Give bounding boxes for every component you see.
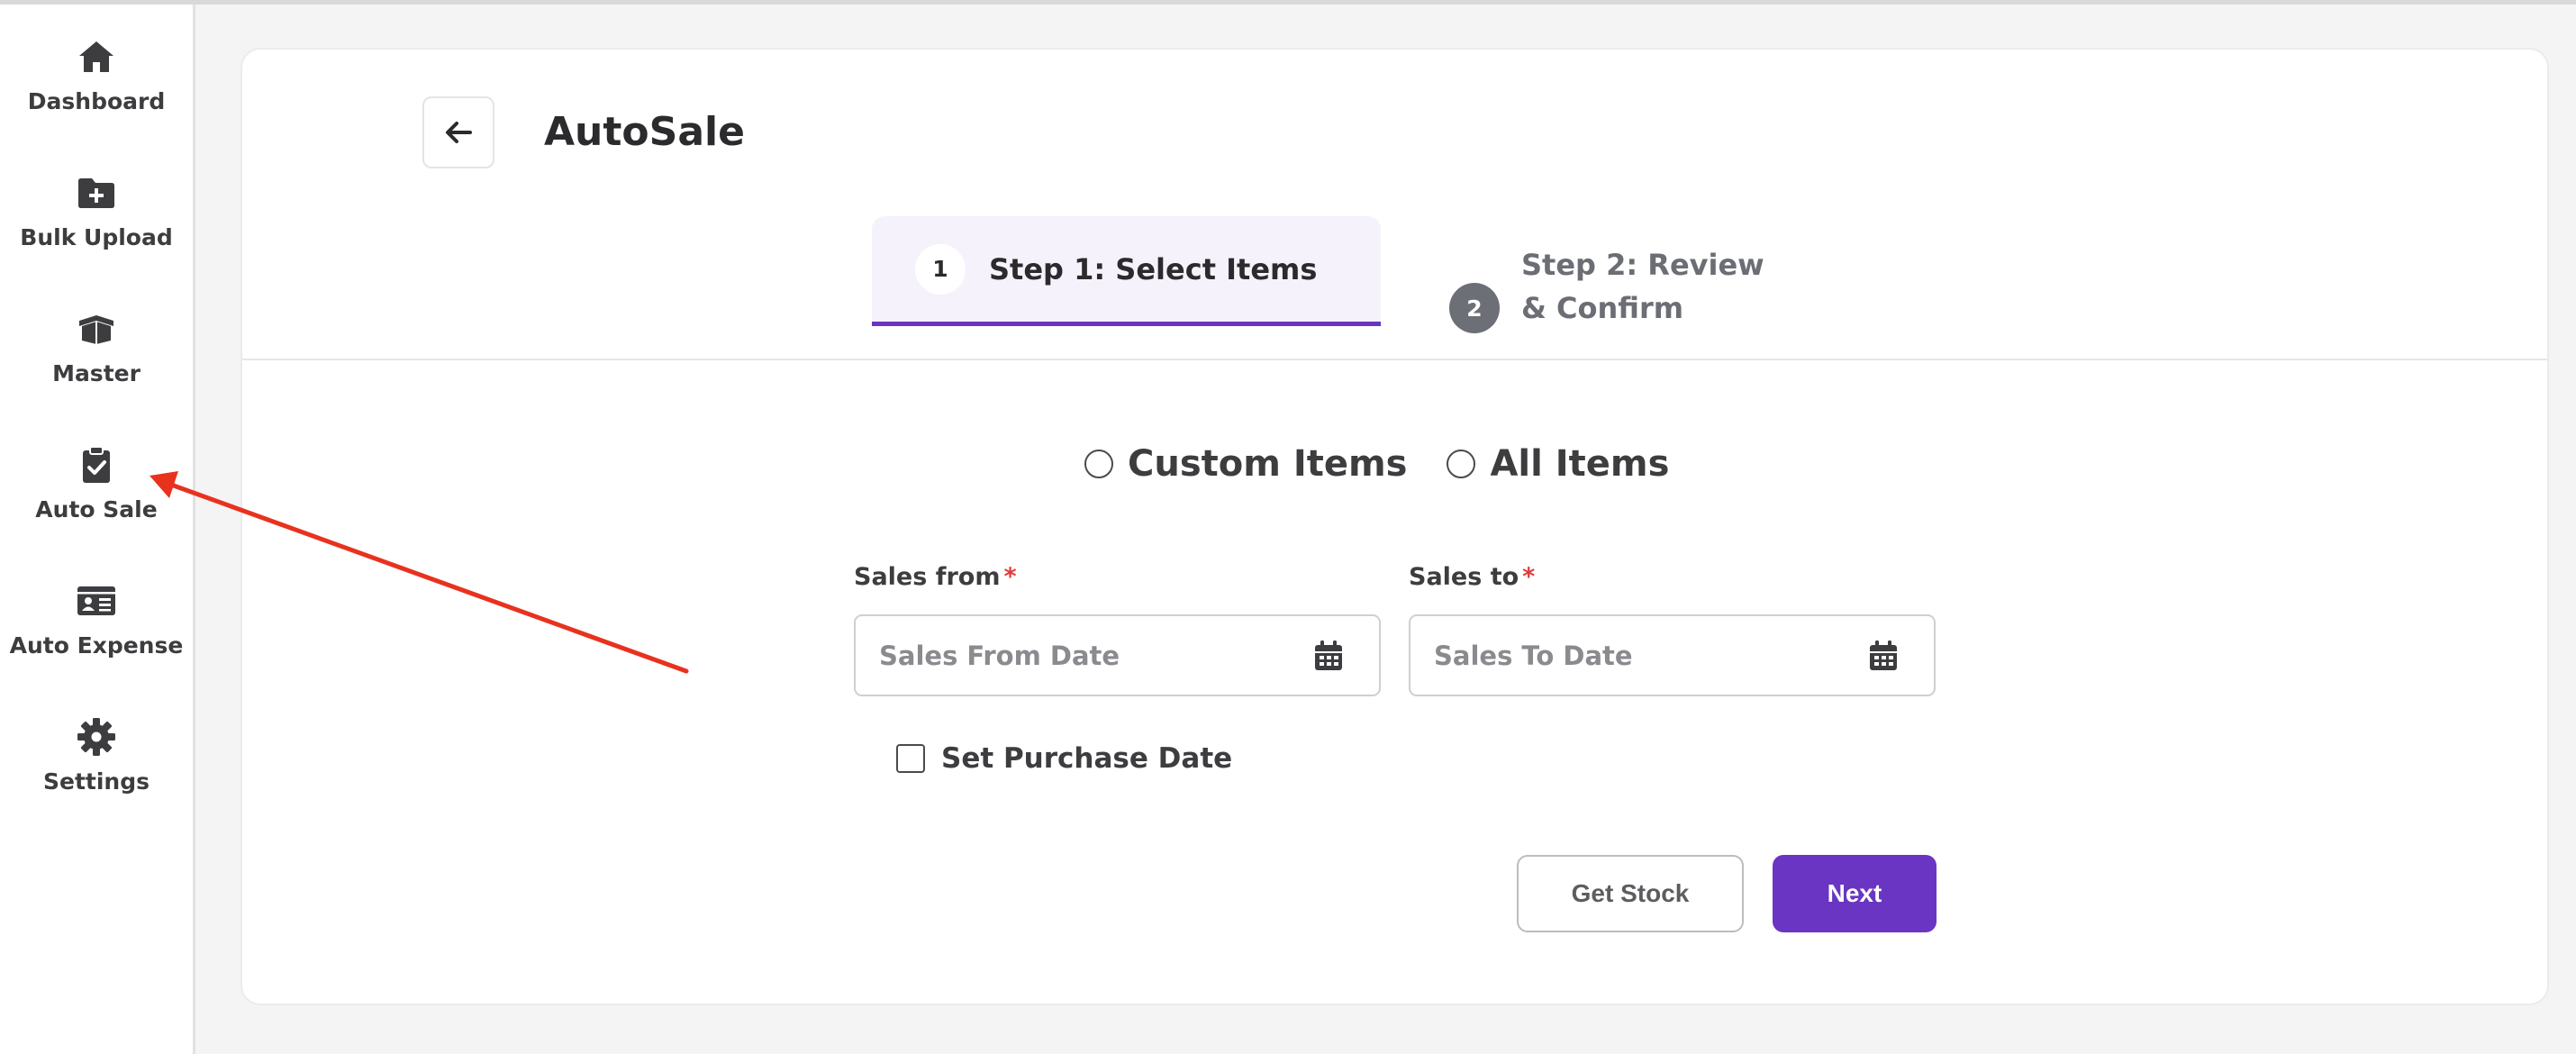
tabs-divider — [242, 359, 2547, 360]
item-selection-radio-group: Custom Items All Items — [1084, 437, 1709, 491]
required-mark: * — [1003, 563, 1017, 591]
radio-button[interactable] — [1447, 450, 1476, 478]
step-number-1: 1 — [915, 243, 966, 295]
radio-label: All Items — [1490, 443, 1670, 485]
calendar-icon[interactable] — [1311, 638, 1347, 674]
sidebar-item-settings[interactable]: Settings — [0, 716, 193, 824]
sidebar-item-bulk-upload[interactable]: Bulk Upload — [0, 172, 193, 280]
sales-from-input[interactable] — [879, 640, 1311, 671]
autosale-card: AutoSale 1 Step 1: Select Items 2 Step 2… — [240, 48, 2549, 1005]
required-mark: * — [1522, 563, 1536, 591]
calendar-icon[interactable] — [1865, 638, 1901, 674]
next-button[interactable]: Next — [1773, 855, 1937, 932]
sidebar-item-master[interactable]: Master — [0, 308, 193, 416]
sidebar-item-auto-sale[interactable]: Auto Sale — [0, 444, 193, 552]
sidebar-item-label: Settings — [42, 768, 150, 795]
gear-icon — [77, 718, 115, 756]
sales-from-date-field[interactable] — [854, 614, 1381, 696]
radio-all-items[interactable]: All Items — [1447, 443, 1669, 485]
set-purchase-date-checkbox[interactable] — [896, 744, 925, 773]
clipboard-check-icon — [83, 446, 110, 483]
radio-label: Custom Items — [1128, 443, 1408, 485]
step-number-2: 2 — [1449, 283, 1500, 333]
sidebar-item-dashboard[interactable]: Dashboard — [0, 36, 193, 144]
sidebar-item-label: Master — [52, 360, 141, 386]
back-button[interactable] — [422, 96, 494, 168]
step-2-label: Step 2: Review & Confirm — [1521, 248, 1764, 325]
home-icon — [79, 41, 113, 72]
sales-from-label-text: Sales from — [854, 563, 1001, 591]
arrow-left-icon — [446, 122, 472, 143]
radio-button[interactable] — [1084, 450, 1113, 478]
sidebar-item-label: Auto Sale — [35, 496, 158, 522]
sales-to-date-field[interactable] — [1409, 614, 1936, 696]
top-border — [0, 0, 2576, 5]
radio-custom-items[interactable]: Custom Items — [1084, 443, 1407, 485]
set-purchase-date-checkbox-row[interactable]: Set Purchase Date — [896, 742, 1232, 775]
folder-plus-icon — [78, 178, 114, 208]
sales-from-label: Sales from * — [854, 563, 1017, 591]
tab-step-1[interactable]: 1 Step 1: Select Items — [872, 216, 1381, 326]
sidebar-item-label: Bulk Upload — [20, 224, 173, 250]
checkbox-label: Set Purchase Date — [941, 742, 1233, 775]
sidebar-item-auto-expense[interactable]: Auto Expense — [0, 580, 193, 688]
step-1-label: Step 1: Select Items — [989, 251, 1318, 286]
sales-to-label: Sales to * — [1409, 563, 1535, 591]
sidebar-item-label: Auto Expense — [9, 632, 184, 659]
sales-to-label-text: Sales to — [1409, 563, 1519, 591]
sales-to-input[interactable] — [1434, 640, 1865, 671]
page-title: AutoSale — [544, 109, 745, 155]
get-stock-button[interactable]: Get Stock — [1517, 855, 1744, 932]
sidebar-item-label: Dashboard — [27, 88, 166, 114]
sidebar: Dashboard Bulk Upload Master Auto Sale A… — [0, 5, 195, 1054]
id-card-icon — [77, 586, 115, 615]
tab-step-2[interactable]: 2 Step 2: Review & Confirm — [1449, 243, 1846, 342]
open-box-icon — [79, 315, 113, 344]
